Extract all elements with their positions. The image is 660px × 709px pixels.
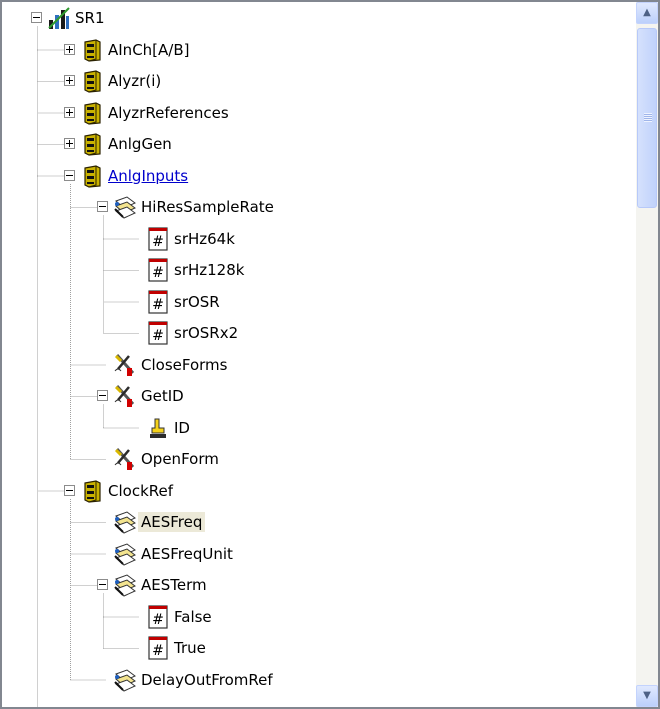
tree-node-label[interactable]: AESTerm bbox=[138, 575, 210, 595]
expand-icon[interactable] bbox=[64, 138, 75, 149]
parameter-icon bbox=[146, 416, 170, 440]
tree-node-label[interactable]: AnlgGen bbox=[105, 134, 175, 154]
tree-node[interactable]: DelayOutFromRef bbox=[93, 665, 513, 695]
constant-icon: # bbox=[146, 226, 170, 251]
tree-node-label[interactable]: Alyzr(i) bbox=[105, 71, 164, 91]
tree-node-label[interactable]: ClockRef bbox=[105, 481, 176, 501]
tree-node-label[interactable]: AInCh[A/B] bbox=[105, 40, 192, 60]
svg-text:#: # bbox=[152, 297, 164, 313]
tree-node[interactable]: AnlgInputs bbox=[60, 161, 480, 191]
expand-icon[interactable] bbox=[64, 75, 75, 86]
tree-node[interactable]: AESFreqUnit bbox=[93, 539, 513, 569]
tree-node-label[interactable]: AnlgInputs bbox=[105, 166, 191, 186]
expand-icon[interactable] bbox=[64, 106, 75, 118]
chevron-up-icon: ▲ bbox=[643, 7, 651, 18]
svg-text:#: # bbox=[152, 612, 164, 628]
collapse-icon[interactable] bbox=[97, 579, 108, 590]
tree-node-label[interactable]: srOSRx2 bbox=[171, 323, 241, 343]
tree-node-label[interactable]: srHz128k bbox=[171, 260, 247, 280]
property-icon bbox=[113, 542, 137, 566]
tree-node[interactable]: SR1 bbox=[27, 3, 447, 33]
tree-node-label[interactable]: SR1 bbox=[72, 8, 108, 28]
method-icon bbox=[113, 353, 137, 377]
collapse-icon[interactable] bbox=[97, 201, 108, 212]
constant-icon: # bbox=[146, 604, 170, 629]
svg-text:#: # bbox=[152, 265, 164, 281]
tree-node[interactable]: # srOSRx2 bbox=[126, 318, 546, 348]
tree-node-label[interactable]: DelayOutFromRef bbox=[138, 670, 276, 690]
collapse-icon[interactable] bbox=[64, 484, 75, 496]
property-icon bbox=[113, 668, 137, 692]
grip-icon bbox=[644, 113, 652, 122]
tree-node[interactable]: AInCh[A/B] bbox=[60, 35, 480, 65]
method-icon bbox=[113, 384, 137, 408]
tree-node[interactable]: # False bbox=[126, 602, 546, 632]
object-icon bbox=[80, 479, 104, 503]
tree-node-label[interactable]: GetID bbox=[138, 386, 187, 406]
chevron-down-icon: ▼ bbox=[643, 690, 651, 701]
tree-node[interactable]: AlyzrReferences bbox=[60, 98, 480, 128]
tree-node[interactable]: # True bbox=[126, 633, 546, 663]
tree-node-label[interactable]: AlyzrReferences bbox=[105, 103, 232, 123]
tree-node[interactable]: # srHz64k bbox=[126, 224, 546, 254]
collapse-icon[interactable] bbox=[97, 390, 108, 401]
constant-icon: # bbox=[146, 289, 170, 314]
property-icon bbox=[113, 510, 137, 534]
object-icon bbox=[80, 38, 104, 62]
tree-node-label[interactable]: True bbox=[171, 638, 209, 658]
tree-node[interactable]: AESFreq bbox=[93, 507, 513, 537]
object-icon bbox=[80, 101, 104, 125]
tree-node[interactable]: OpenForm bbox=[93, 444, 513, 474]
object-browser-tree[interactable]: SR1 AInCh[A/B] Alyzr(i) AlyzrReferences Anlg… bbox=[0, 0, 660, 709]
tree-node-label[interactable]: ID bbox=[171, 418, 193, 438]
tree-node-label[interactable]: AESFreq bbox=[138, 512, 206, 532]
tree-node-label[interactable]: AESFreqUnit bbox=[138, 544, 236, 564]
tree-node-label[interactable]: srOSR bbox=[171, 292, 223, 312]
scroll-down-button[interactable]: ▼ bbox=[636, 685, 658, 707]
tree-node[interactable]: GetID bbox=[93, 381, 513, 411]
vertical-scrollbar[interactable]: ▲ ▼ bbox=[636, 2, 658, 707]
tree-node[interactable]: # srHz128k bbox=[126, 255, 546, 285]
object-icon bbox=[80, 69, 104, 93]
tree-node-label[interactable]: HiResSampleRate bbox=[138, 197, 277, 217]
constant-icon: # bbox=[146, 636, 170, 660]
constant-icon: # bbox=[146, 258, 170, 282]
tree-node-label[interactable]: CloseForms bbox=[138, 355, 230, 375]
object-icon bbox=[80, 132, 104, 156]
svg-text:#: # bbox=[152, 234, 164, 250]
tree-node-label[interactable]: False bbox=[171, 607, 215, 627]
tree-node[interactable]: ClockRef bbox=[60, 476, 480, 506]
tree-node[interactable]: HiResSampleRate bbox=[93, 192, 513, 222]
tree-node-label[interactable]: srHz64k bbox=[171, 229, 238, 249]
tree-node[interactable]: AESTerm bbox=[93, 570, 513, 600]
expand-icon[interactable] bbox=[64, 43, 75, 55]
collapse-icon[interactable] bbox=[64, 169, 75, 181]
constant-icon: # bbox=[146, 321, 170, 345]
tree-node[interactable]: CloseForms bbox=[93, 350, 513, 380]
instrument-icon bbox=[47, 6, 71, 30]
tree-node[interactable]: # srOSR bbox=[126, 287, 546, 317]
method-icon bbox=[113, 447, 137, 471]
scrollbar-thumb[interactable] bbox=[637, 28, 657, 208]
object-icon bbox=[80, 164, 104, 188]
collapse-icon[interactable] bbox=[31, 12, 42, 23]
tree-node[interactable]: Alyzr(i) bbox=[60, 66, 480, 96]
tree-node[interactable]: ID bbox=[126, 413, 546, 443]
scroll-up-button[interactable]: ▲ bbox=[636, 2, 658, 24]
tree-node-label[interactable]: OpenForm bbox=[138, 449, 222, 469]
tree-node[interactable]: AnlgGen bbox=[60, 129, 480, 159]
property-icon bbox=[113, 573, 137, 597]
property-icon bbox=[113, 195, 137, 219]
svg-text:#: # bbox=[152, 643, 164, 659]
svg-text:#: # bbox=[152, 328, 164, 344]
